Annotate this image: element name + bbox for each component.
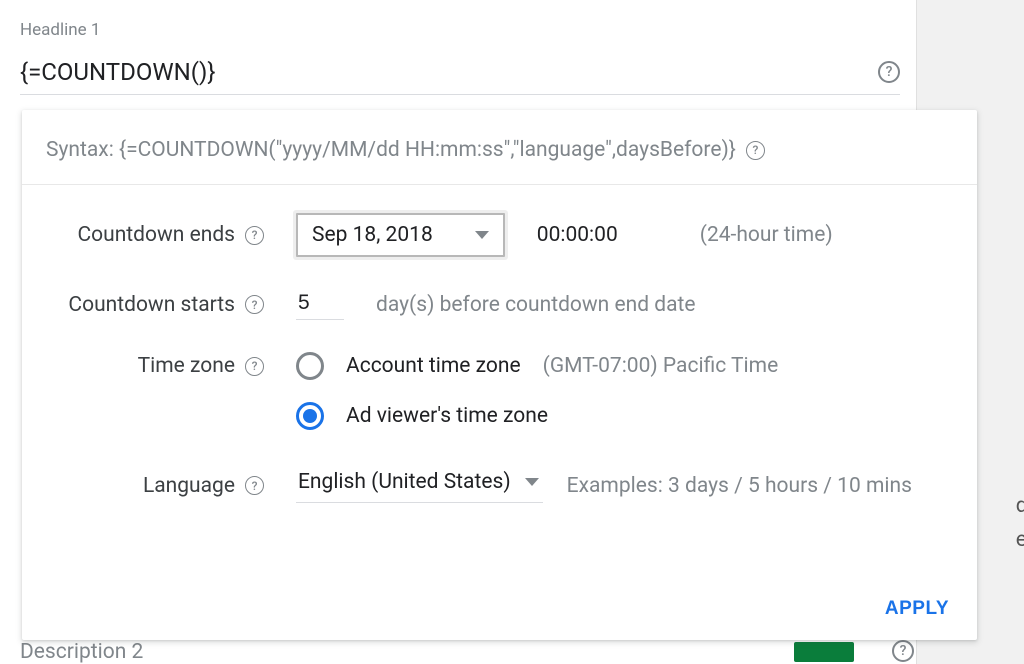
timezone-row-1: Time zone ? Account time zone (GMT-07:00… [46,352,953,380]
timezone-row-2: Ad viewer's time zone [46,402,953,430]
days-before-suffix: day(s) before countdown end date [376,293,696,317]
countdown-popup: Syntax: {=COUNTDOWN("yyyy/MM/dd HH:mm:ss… [22,110,977,640]
label-text: Language [143,474,235,498]
apply-button[interactable]: APPLY [885,598,949,620]
help-icon[interactable]: ? [892,640,914,662]
date-value: Sep 18, 2018 [312,223,433,247]
chevron-down-icon [475,231,489,239]
headline-label: Headline 1 [20,20,900,40]
label-text: Countdown ends [77,223,235,247]
language-value: English (United States) [298,470,511,494]
timezone-option-account: Account time zone (GMT-07:00) Pacific Ti… [296,352,778,380]
language-examples: Examples: 3 days / 5 hours / 10 mins [567,474,912,498]
timezone-option-viewer: Ad viewer's time zone [296,402,548,430]
help-icon[interactable]: ? [878,61,900,83]
date-dropdown[interactable]: Sep 18, 2018 [296,213,505,257]
bg-text-line: d [1016,490,1024,524]
radio-unchecked-icon [296,352,324,380]
radio-label: Ad viewer's time zone [346,404,548,428]
time-input[interactable]: 00:00:00 [537,223,618,247]
help-icon[interactable]: ? [245,226,264,245]
countdown-ends-label: Countdown ends ? [46,223,264,247]
radio-checked-icon [296,402,324,430]
apply-row: APPLY [885,598,949,620]
syntax-text: Syntax: {=COUNTDOWN("yyyy/MM/dd HH:mm:ss… [46,138,736,162]
language-row: Language ? English (United States) Examp… [46,468,953,503]
description2-label: Description 2 [20,640,143,664]
countdown-starts-content: day(s) before countdown end date [296,289,696,320]
chevron-down-icon [525,478,539,486]
form-area: Countdown ends ? Sep 18, 2018 00:00:00 (… [22,185,977,503]
timezone-label: Time zone ? [46,354,264,378]
label-text: Countdown starts [68,293,235,317]
countdown-starts-row: Countdown starts ? day(s) before countdo… [46,289,953,320]
days-before-input[interactable] [296,289,344,320]
countdown-ends-row: Countdown ends ? Sep 18, 2018 00:00:00 (… [46,213,953,257]
radio-label: Account time zone [346,354,521,378]
radio-account-timezone[interactable]: Account time zone [296,352,521,380]
countdown-starts-label: Countdown starts ? [46,293,264,317]
language-dropdown[interactable]: English (United States) [296,468,543,503]
language-label: Language ? [46,474,264,498]
help-icon[interactable]: ? [245,357,264,376]
language-content: English (United States) Examples: 3 days… [296,468,912,503]
label-text: Time zone [138,354,235,378]
help-icon[interactable]: ? [245,476,264,495]
new-button[interactable] [794,642,854,662]
account-timezone-detail: (GMT-07:00) Pacific Time [543,354,779,378]
syntax-row: Syntax: {=COUNTDOWN("yyyy/MM/dd HH:mm:ss… [22,110,977,185]
bg-text-line: er [1016,524,1024,558]
help-icon[interactable]: ? [245,295,264,314]
countdown-ends-content: Sep 18, 2018 00:00:00 (24-hour time) [296,213,833,257]
radio-dot [303,409,317,423]
background-text: d er [1016,490,1024,557]
time-format-hint: (24-hour time) [700,223,833,247]
radio-viewer-timezone[interactable]: Ad viewer's time zone [296,402,548,430]
headline-input[interactable]: {=COUNTDOWN()} [20,58,215,86]
help-icon[interactable]: ? [746,141,765,160]
headline-field: Headline 1 {=COUNTDOWN()} ? [20,20,900,95]
headline-input-row: {=COUNTDOWN()} ? [20,58,900,95]
